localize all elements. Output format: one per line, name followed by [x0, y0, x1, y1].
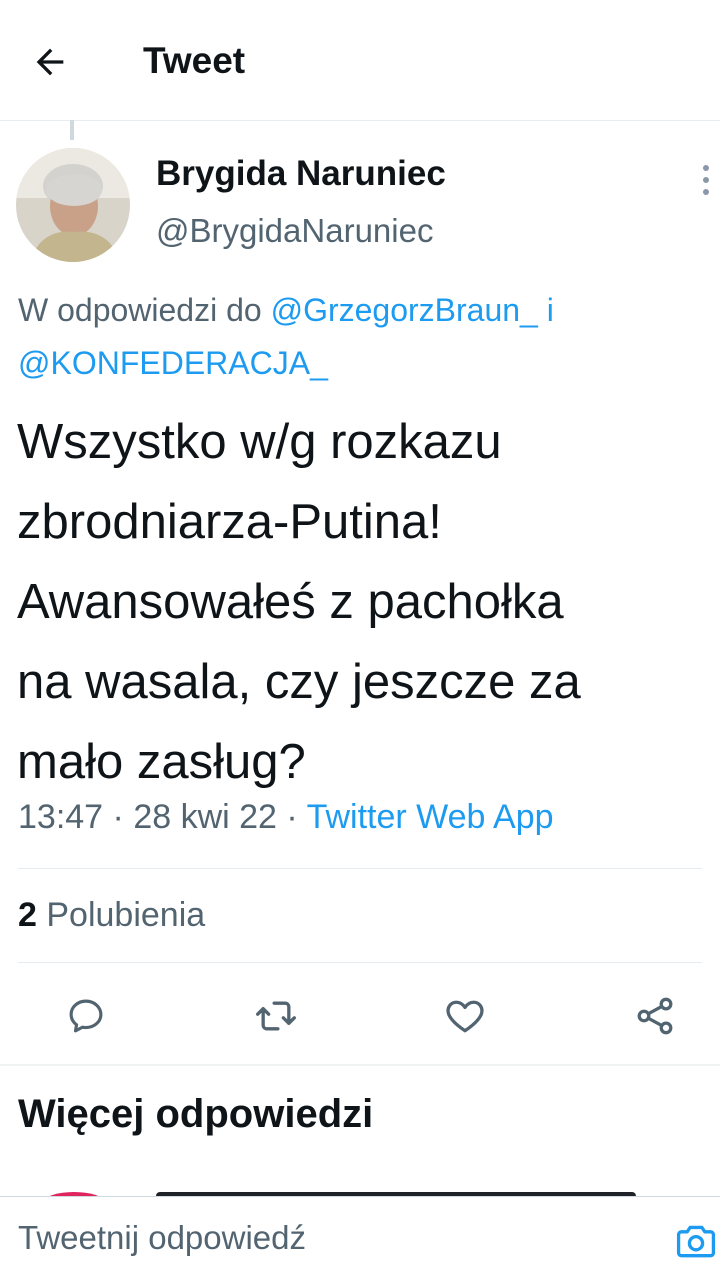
tweet-text: Wszystko w/g rozkazu zbrodniarza-Putina!…: [17, 415, 581, 789]
avatar[interactable]: [16, 148, 130, 262]
likes-label: Polubienia: [46, 896, 206, 934]
like-button[interactable]: [435, 988, 495, 1044]
more-replies-heading: Więcej odpowiedzi: [18, 1092, 374, 1136]
tweet-source[interactable]: Twitter Web App: [307, 798, 554, 836]
mention-link[interactable]: @KONFEDERACJA_: [18, 345, 328, 381]
author-handle[interactable]: @BrygidaNaruniec: [156, 212, 433, 250]
like-icon: [446, 1000, 484, 1033]
reply-button[interactable]: [56, 988, 116, 1044]
retweet-button[interactable]: [246, 988, 306, 1044]
divider: [18, 868, 702, 869]
share-button[interactable]: [625, 988, 685, 1044]
share-icon: [637, 997, 673, 1035]
reply-prefix: W odpowiedzi do: [18, 292, 262, 328]
reply-icon: [69, 999, 103, 1033]
mention-conjunction: i: [546, 292, 554, 328]
likes-count: 2: [18, 896, 37, 934]
more-vertical-icon: [703, 165, 709, 195]
tweet-time: 13:47: [18, 798, 104, 836]
tweet-date[interactable]: 28 kwi 22: [133, 798, 277, 836]
meta-separator: ·: [112, 798, 124, 836]
author-name[interactable]: Brygida Naruniec: [156, 154, 446, 194]
top-bar: Tweet: [0, 0, 720, 121]
section-separator: [0, 1064, 720, 1066]
page-title: Tweet: [143, 40, 246, 81]
camera-button[interactable]: [674, 1219, 718, 1263]
tweet-meta: 13:47 · 28 kwi 22 · Twitter Web App: [18, 798, 554, 837]
meta-separator: ·: [286, 798, 298, 836]
mention-link[interactable]: @GrzegorzBraun_: [271, 292, 538, 328]
divider: [18, 962, 702, 963]
reply-input[interactable]: [18, 1213, 638, 1263]
arrow-left-icon: [36, 48, 64, 76]
likes-stat[interactable]: 2 Polubienia: [18, 896, 205, 935]
retweet-icon: [256, 1001, 296, 1031]
more-options-button[interactable]: [694, 162, 718, 202]
thread-connector-line: [70, 120, 74, 140]
camera-icon: [676, 1225, 716, 1258]
back-button[interactable]: [26, 38, 74, 86]
reply-composer: [0, 1196, 720, 1281]
reply-context: W odpowiedzi do @GrzegorzBraun_ i @KONFE…: [18, 284, 708, 390]
